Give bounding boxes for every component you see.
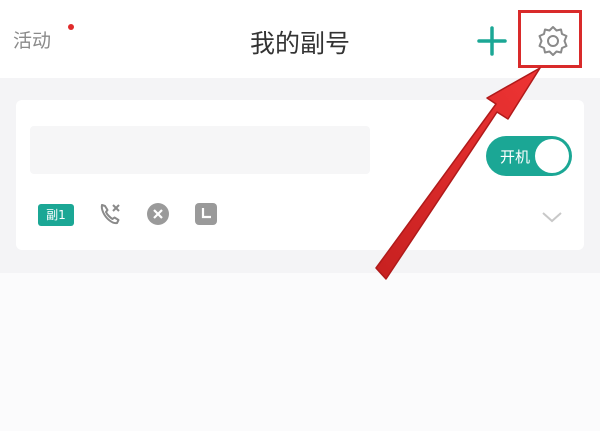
- plus-icon[interactable]: [476, 25, 508, 57]
- secondary-badge: 副1: [38, 204, 74, 226]
- main-content: 开机 副1: [0, 78, 600, 431]
- toggle-label: 开机: [500, 148, 531, 166]
- clock-icon[interactable]: [192, 200, 220, 228]
- secondary-number-card[interactable]: 开机 副1: [16, 100, 584, 250]
- close-circle-icon[interactable]: [144, 200, 172, 228]
- toggle-knob: [535, 139, 569, 173]
- power-toggle[interactable]: 开机: [486, 136, 572, 176]
- page-title: 我的副号: [249, 29, 350, 58]
- chevron-down-icon[interactable]: [540, 208, 564, 226]
- settings-highlight-box: [518, 10, 582, 68]
- top-bar: 活动 我的副号: [0, 0, 600, 78]
- call-blocked-icon[interactable]: [96, 200, 124, 228]
- number-info-blurred: [30, 126, 370, 174]
- empty-area: [0, 273, 600, 431]
